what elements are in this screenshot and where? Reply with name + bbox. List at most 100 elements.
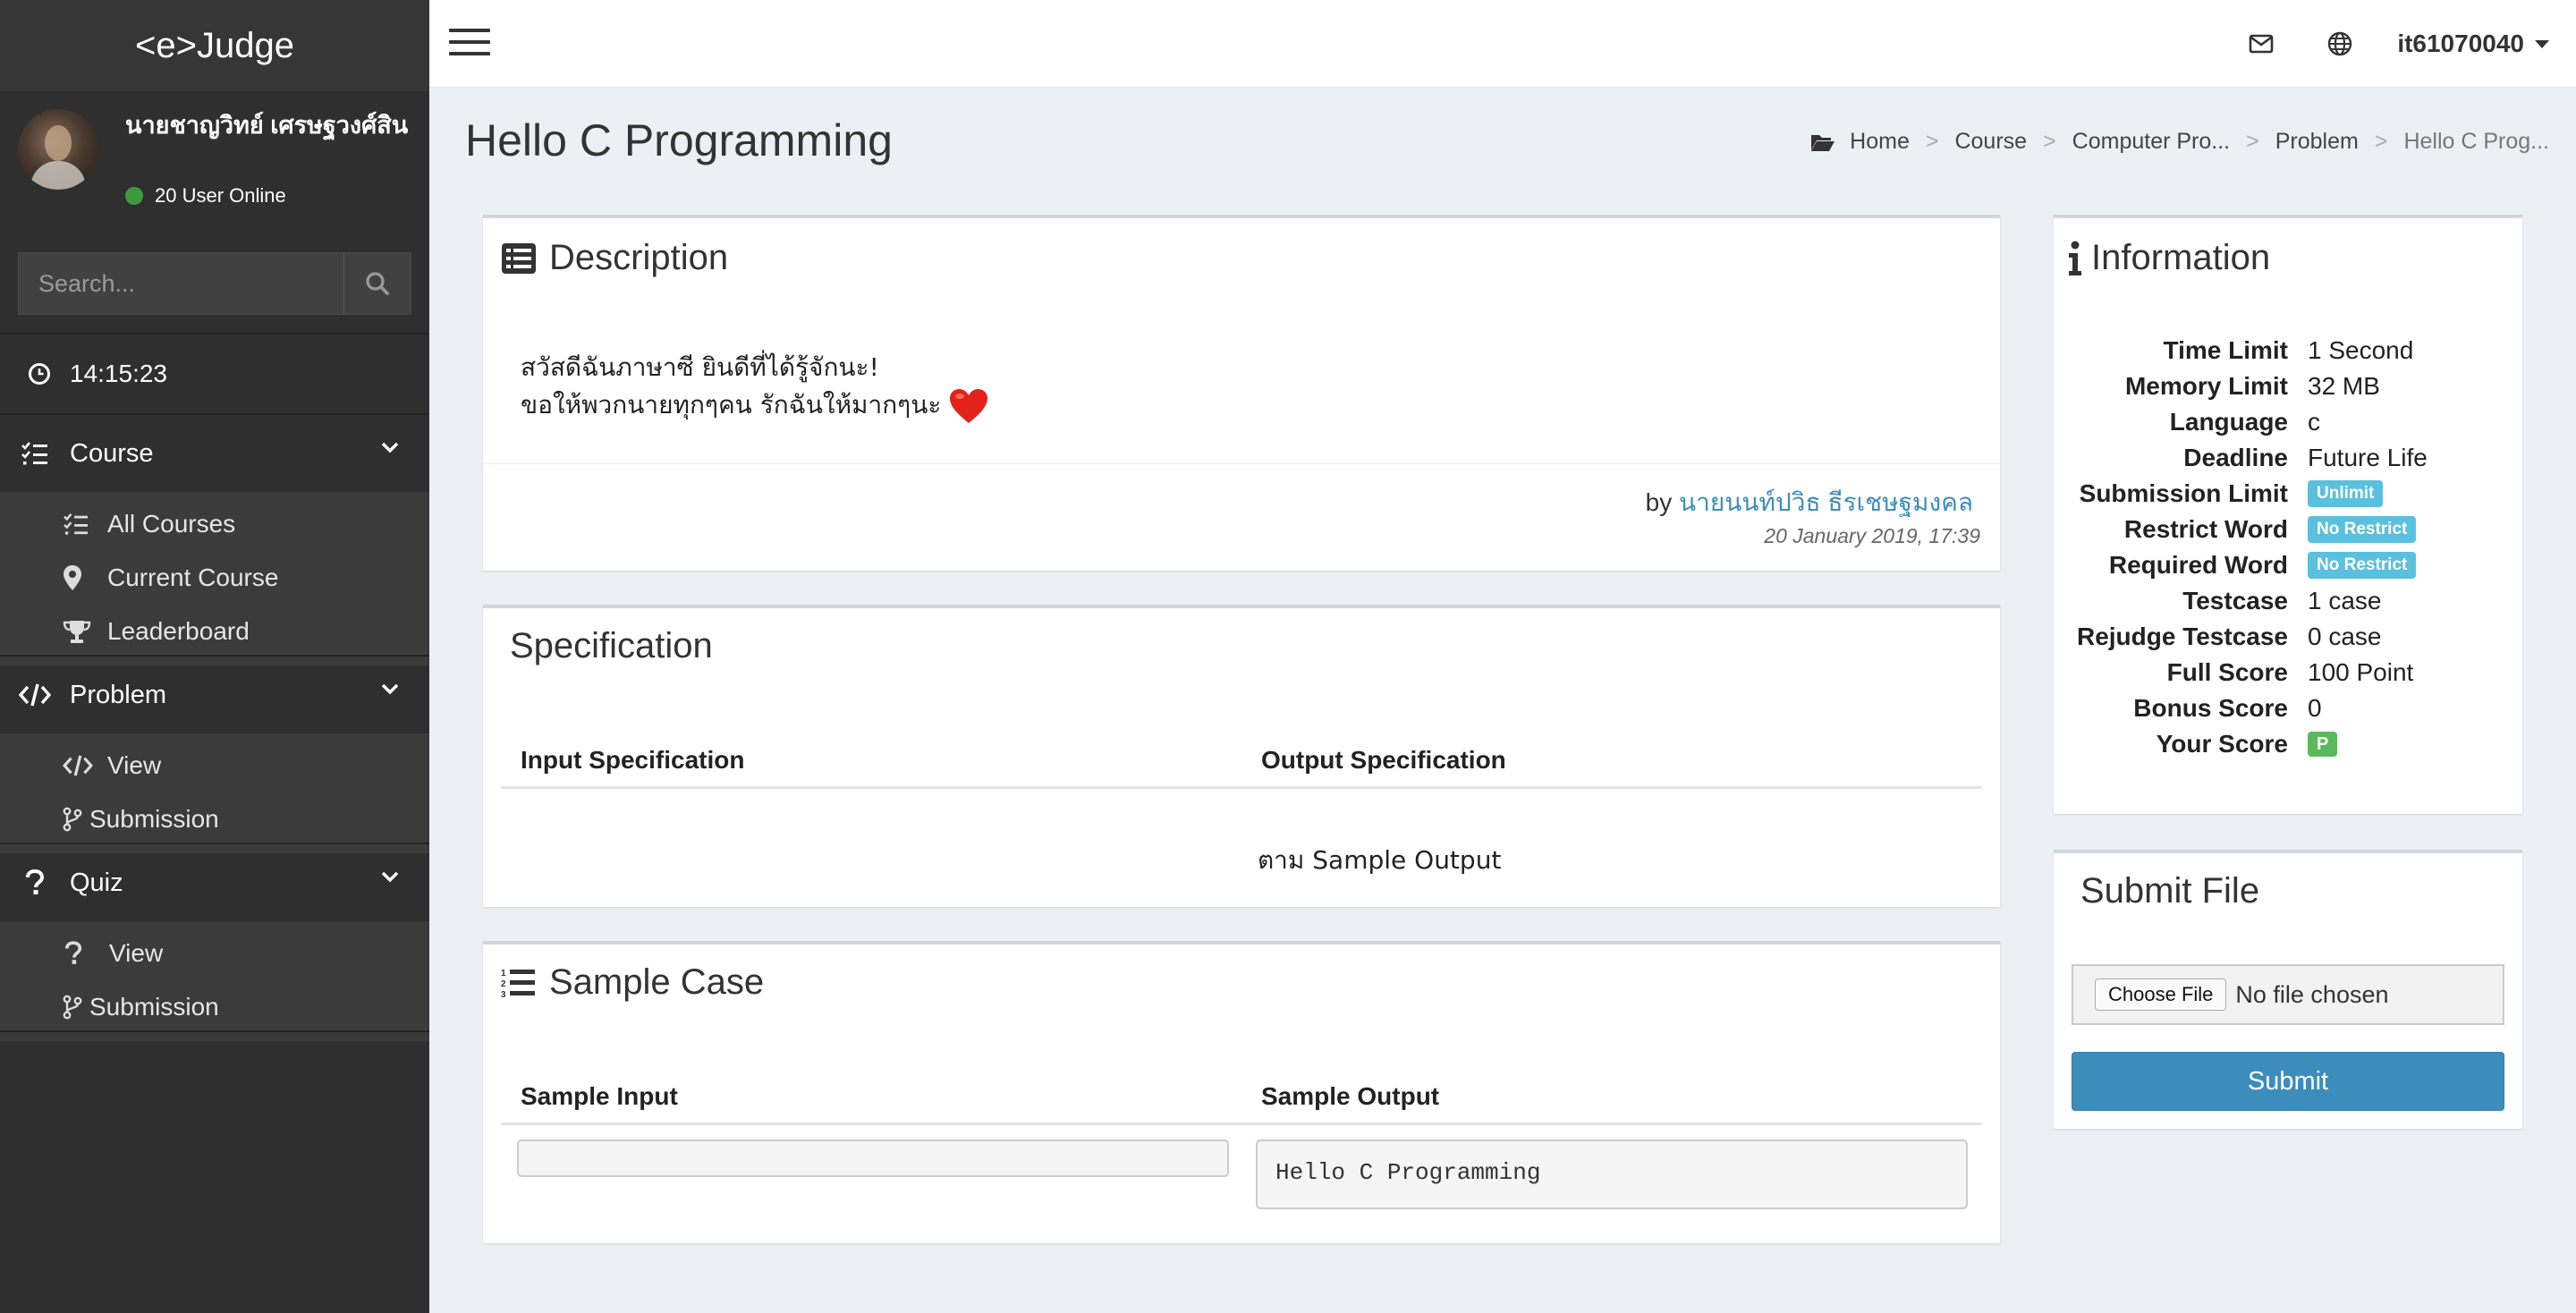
globe-icon (2328, 31, 2352, 56)
sidebar: <e>Judge นายชาญวิทย์ เศรษฐวงศ์สิน 20 Use… (0, 0, 429, 1313)
chevron-down-icon (381, 683, 399, 695)
username: it61070040 (2397, 30, 2524, 57)
info-row-required-word: Required Word No Restrict (2054, 547, 2519, 583)
menu-course-toggle[interactable]: Course (0, 415, 429, 492)
top-nav-actions: it61070040 (2222, 0, 2576, 88)
app-logo[interactable]: <e>Judge (0, 0, 429, 91)
author-line: by นายนนท์ปวิธ ธีรเชษฐมงคล (1646, 483, 1973, 522)
sample-header-row: Sample Input Sample Output (501, 1070, 1982, 1125)
submit-file-title: Submit File (2080, 871, 2260, 911)
user-menu[interactable]: it61070040 (2379, 30, 2576, 58)
info-icon (2068, 241, 2082, 276)
output-spec-header: Output Specification (1261, 745, 1506, 774)
description-line-2-wrap: ขอให้พวกนายทุกๆคน รักฉันให้มากๆนะ (521, 386, 989, 425)
sidebar-item-quiz-submission[interactable]: Submission (0, 980, 429, 1034)
file-input[interactable]: Choose File No file chosen (2072, 964, 2504, 1025)
breadcrumb-home[interactable]: Home (1850, 129, 1910, 155)
menu-course-label: Course (70, 438, 154, 468)
info-key: Bonus Score (2133, 694, 2288, 722)
info-row-language: Language c (2054, 404, 2519, 440)
submit-button[interactable]: Submit (2072, 1052, 2504, 1111)
breadcrumb-course[interactable]: Course (1954, 129, 2027, 155)
sample-output-header: Sample Output (1261, 1081, 1440, 1110)
sidebar-item-problem-view[interactable]: View (0, 739, 429, 792)
info-key: Required Word (2108, 551, 2288, 579)
menu-problem-toggle[interactable]: Problem (0, 656, 429, 733)
sample-input-box (517, 1139, 1229, 1177)
sidebar-item-label: Current Course (107, 563, 279, 591)
list-check-icon (63, 512, 107, 536)
question-icon (0, 869, 70, 896)
breadcrumb: Home > Course > Computer Pro... > Proble… (1810, 129, 2549, 155)
sample-input-header: Sample Input (521, 1081, 678, 1110)
caret-down-icon (2535, 39, 2549, 48)
info-key: Testcase (2182, 587, 2288, 614)
sidebar-item-label: Leaderboard (107, 617, 250, 645)
heart-icon (950, 389, 988, 423)
course-submenu: All Courses Current Course Leaderboard (0, 492, 429, 665)
info-row-restrict-word: Restrict Word No Restrict (2054, 512, 2519, 547)
breadcrumb-computer-programming[interactable]: Computer Pro... (2072, 129, 2230, 155)
user-name: นายชาญวิทย์ เศรษฐวงศ์สิน (125, 112, 409, 139)
info-value: 100 Point (2308, 658, 2414, 686)
information-box: Information Time Limit 1 Second Memory Li… (2054, 215, 2522, 814)
question-icon (64, 941, 109, 966)
menu-problem-label: Problem (70, 680, 166, 709)
sample-output-box: Hello C Programming (1256, 1139, 1968, 1209)
input-spec-header: Input Specification (521, 745, 745, 774)
list-check-icon (0, 441, 70, 466)
search-button[interactable] (343, 252, 411, 315)
messages-button[interactable] (2222, 34, 2301, 54)
info-row-deadline: Deadline Future Life (2054, 440, 2519, 476)
menu-course: Course All Courses Current Course Leader… (0, 415, 429, 665)
menu-quiz-label: Quiz (70, 868, 123, 897)
sidebar-item-label: View (107, 751, 162, 779)
info-key: Language (2169, 408, 2288, 436)
menu-quiz-toggle[interactable]: Quiz (0, 844, 429, 921)
info-row-testcase: Testcase 1 case (2054, 583, 2519, 619)
sidebar-item-leaderboard[interactable]: Leaderboard (0, 605, 429, 658)
sidebar-item-current-course[interactable]: Current Course (0, 551, 429, 605)
choose-file-button[interactable]: Choose File (2095, 978, 2227, 1011)
info-key: Full Score (2166, 658, 2288, 686)
search-input[interactable] (18, 252, 343, 315)
sidebar-item-all-courses[interactable]: All Courses (0, 497, 429, 551)
chevron-down-icon (381, 442, 399, 453)
svg-text:1: 1 (501, 969, 506, 978)
map-marker-icon (63, 564, 107, 591)
app-logo-text: <e>Judge (135, 25, 294, 65)
code-icon (0, 682, 70, 707)
info-key: Memory Limit (2124, 372, 2288, 400)
score-badge: P (2308, 732, 2338, 757)
info-key: Time Limit (2163, 336, 2288, 364)
info-key: Submission Limit (2079, 479, 2288, 507)
info-row-full-score: Full Score 100 Point (2054, 655, 2519, 690)
info-row-rejudge-testcase: Rejudge Testcase 0 case (2054, 619, 2519, 655)
sidebar-item-quiz-view[interactable]: View (0, 927, 429, 980)
status-badge: Unlimit (2308, 480, 2384, 507)
specification-header-row: Input Specification Output Specification (501, 733, 1982, 789)
sidebar-item-problem-submission[interactable]: Submission (0, 792, 429, 846)
code-branch-icon (63, 807, 89, 832)
info-row-submission-limit: Submission Limit Unlimit (2054, 476, 2519, 512)
info-row-memory-limit: Memory Limit 32 MB (2054, 368, 2519, 404)
description-body: สวัสดีฉันภาษาซี ยินดีที่ได้รู้จักนะ! ขอใ… (521, 349, 989, 425)
status-badge: No Restrict (2308, 516, 2417, 543)
sample-case-box: 123 Sample Case Sample Input Sample Outp… (483, 941, 2000, 1243)
info-key: Restrict Word (2123, 515, 2288, 543)
info-value: Future Life (2308, 444, 2428, 471)
info-key: Your Score (2156, 730, 2288, 758)
status-badge: No Restrict (2308, 552, 2417, 579)
info-value: 32 MB (2308, 372, 2380, 400)
menu-icon[interactable] (449, 29, 490, 59)
menu-quiz: Quiz View Submission (0, 844, 429, 1041)
sample-case-title-text: Sample Case (549, 962, 765, 1002)
description-title: Description (501, 238, 728, 278)
information-list: Time Limit 1 Second Memory Limit 32 MB Lan… (2054, 333, 2519, 762)
author-link[interactable]: นายนนท์ปวิธ ธีรเชษฐมงคล (1679, 488, 1973, 516)
code-icon (63, 754, 107, 777)
info-row-time-limit: Time Limit 1 Second (2054, 333, 2519, 368)
info-value: 0 case (2308, 623, 2382, 650)
breadcrumb-problem[interactable]: Problem (2275, 129, 2359, 155)
language-button[interactable] (2301, 31, 2379, 56)
